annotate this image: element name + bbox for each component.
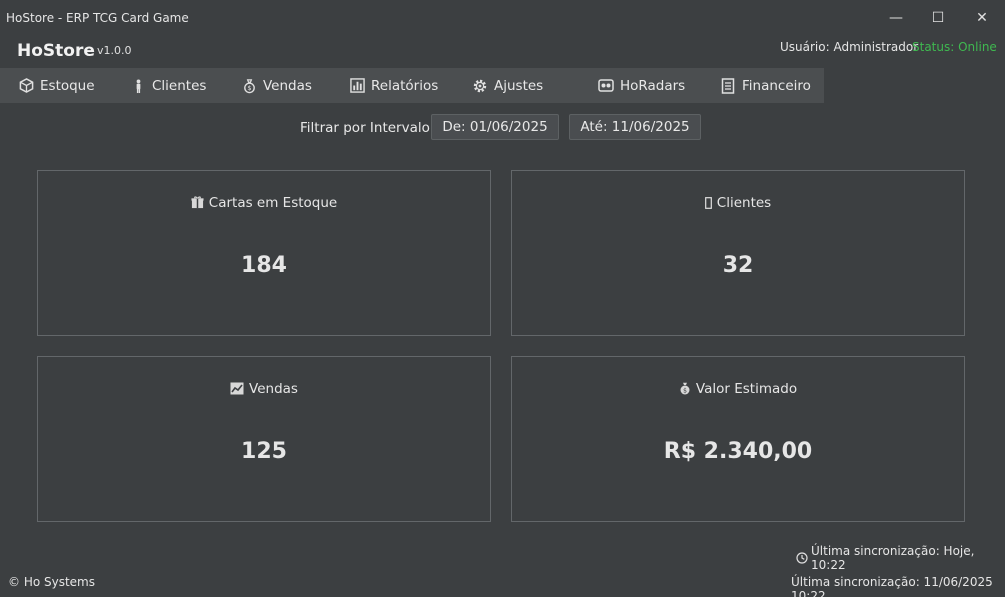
clock-icon xyxy=(796,552,808,564)
tab-label: HoRadars xyxy=(620,77,686,94)
footer-last-sync: Última sincronização: 11/06/2025 10:22 xyxy=(791,575,993,597)
svg-text:$: $ xyxy=(683,387,687,394)
moneybag-icon: $ xyxy=(241,78,257,94)
gear-icon xyxy=(472,78,488,94)
moneybag-icon: $ xyxy=(679,382,691,399)
tab-financeiro[interactable]: Financeiro xyxy=(720,68,811,103)
card-value: 184 xyxy=(241,253,287,278)
tab-label: Vendas xyxy=(263,77,312,94)
app-brand: HoStore xyxy=(17,41,95,61)
ledger-icon xyxy=(720,77,736,94)
sync-text: Última sincronização: Hoje, 10:22 xyxy=(811,544,975,572)
bar-chart-icon xyxy=(349,78,365,94)
date-to-button[interactable]: Até: 11/06/2025 xyxy=(569,114,701,140)
maximize-button[interactable]: ☐ xyxy=(927,8,949,28)
tab-label: Financeiro xyxy=(742,77,811,94)
tab-label: Clientes xyxy=(152,77,207,94)
minimize-button[interactable]: — xyxy=(885,8,907,28)
tab-estoque[interactable]: Estoque xyxy=(18,68,95,103)
card-value: 125 xyxy=(241,439,287,464)
current-user: Usuário: Administrador xyxy=(780,40,919,54)
card-value: 32 xyxy=(722,253,754,278)
status-badge: Status: Online xyxy=(912,40,997,54)
card-vendas: Vendas 125 xyxy=(37,356,491,522)
tab-horadars[interactable]: HoRadars xyxy=(598,68,685,103)
tab-vendas[interactable]: $ Vendas xyxy=(241,68,312,103)
card-valor-estimado: $ Valor Estimado R$ 2.340,00 xyxy=(511,356,965,522)
card-value: R$ 2.340,00 xyxy=(663,439,813,464)
window-title: HoStore - ERP TCG Card Game xyxy=(6,11,189,25)
footer-copyright: © Ho Systems xyxy=(8,575,95,589)
tab-clientes[interactable]: Clientes xyxy=(130,68,206,103)
card-label: Vendas xyxy=(249,381,298,397)
card-box-icon xyxy=(191,196,204,213)
svg-text:$: $ xyxy=(247,84,251,92)
placeholder-icon xyxy=(704,197,712,213)
box-icon xyxy=(18,78,34,94)
window-titlebar: HoStore - ERP TCG Card Game — ☐ ✕ xyxy=(0,0,1005,36)
tab-label: Estoque xyxy=(40,77,95,94)
card-label: Valor Estimado xyxy=(695,381,798,397)
card-label: Cartas em Estoque xyxy=(208,195,338,211)
main-tabbar: Estoque Clientes $ Vendas Relatórios Aju… xyxy=(0,68,824,103)
card-label: Clientes xyxy=(716,195,772,211)
app-version: v1.0.0 xyxy=(97,44,132,57)
filter-label: Filtrar por Intervalo: xyxy=(300,120,435,136)
sync-status: Última sincronização: Hoje, 10:22 xyxy=(796,544,1005,572)
tab-relatorios[interactable]: Relatórios xyxy=(349,68,438,103)
card-clientes: Clientes 32 xyxy=(511,170,965,336)
radar-icon xyxy=(598,78,614,94)
person-icon xyxy=(130,78,146,94)
close-button[interactable]: ✕ xyxy=(971,8,993,28)
tab-ajustes[interactable]: Ajustes xyxy=(472,68,543,103)
card-cartas-estoque: Cartas em Estoque 184 xyxy=(37,170,491,336)
tab-label: Ajustes xyxy=(494,77,544,94)
tab-label: Relatórios xyxy=(371,77,439,94)
date-from-button[interactable]: De: 01/06/2025 xyxy=(431,114,559,140)
trend-chart-icon xyxy=(230,382,244,399)
